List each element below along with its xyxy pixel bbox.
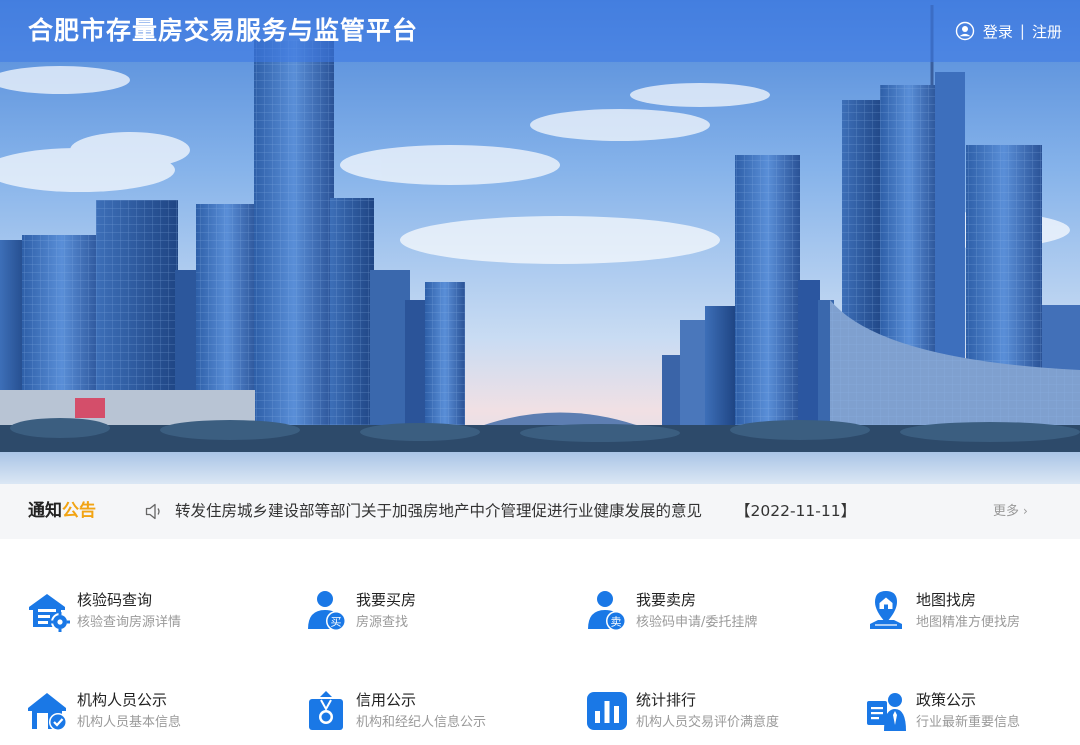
sell-badge: 卖	[611, 616, 622, 629]
speaker-icon	[145, 503, 160, 520]
service-title: 政策公示	[916, 691, 977, 709]
service-credit[interactable]: 信用公示 机构和经纪人信息公示	[306, 685, 566, 741]
notice-bar: 通知公告 转发住房城乡建设部等部门关于加强房地产中介管理促进行业健康发展的意见 …	[0, 484, 1080, 539]
service-verify-code[interactable]: 核验码查询 核验查询房源详情	[27, 585, 287, 641]
auth-separator: |	[1019, 22, 1025, 40]
house-gear-icon	[29, 594, 70, 632]
credit-medal-icon	[309, 691, 343, 730]
service-title: 机构人员公示	[77, 691, 168, 709]
service-desc: 房源查找	[356, 615, 409, 630]
buy-badge: 买	[331, 616, 342, 629]
service-desc: 核验查询房源详情	[77, 615, 182, 630]
service-desc: 机构人员交易评价满意度	[636, 715, 780, 730]
notice-heading: 通知公告	[28, 484, 96, 539]
service-title: 信用公示	[356, 691, 417, 709]
service-agency-staff[interactable]: 机构人员公示 机构人员基本信息	[27, 685, 287, 741]
notice-heading-part1: 通知	[28, 501, 62, 521]
service-stats-ranking[interactable]: 统计排行 机构人员交易评价满意度	[586, 685, 846, 741]
chevron-right-icon: ›	[1023, 504, 1028, 518]
house-check-icon	[28, 693, 67, 731]
header-bar: 合肥市存量房交易服务与监管平台 登录 | 注册	[0, 0, 1080, 62]
more-link[interactable]: 更多 ›	[993, 484, 1028, 539]
service-map-search[interactable]: 地图找房 地图精准方便找房	[866, 585, 1080, 641]
user-icon	[955, 21, 975, 41]
notice-heading-part2: 公告	[62, 501, 96, 521]
service-desc: 地图精准方便找房	[916, 615, 1021, 630]
register-link[interactable]: 注册	[1032, 21, 1062, 42]
service-title: 统计排行	[636, 691, 697, 709]
policy-person-icon	[867, 693, 906, 731]
map-pin-icon	[870, 591, 902, 629]
auth-links: 登录 | 注册	[955, 19, 1062, 43]
more-label: 更多	[993, 504, 1020, 519]
service-grid: 核验码查询 核验查询房源详情 买 我要买房 房源查找 卖 我要卖房 核验码申请/…	[0, 539, 1080, 745]
service-title: 地图找房	[916, 591, 977, 609]
service-desc: 机构和经纪人信息公示	[356, 715, 487, 730]
user-sell-icon: 卖	[588, 591, 626, 631]
bar-chart-icon	[587, 692, 627, 730]
service-policy[interactable]: 政策公示 行业最新重要信息	[866, 685, 1080, 741]
city-skyline-image	[0, 0, 1080, 484]
service-desc: 机构人员基本信息	[77, 715, 182, 730]
service-desc: 行业最新重要信息	[916, 715, 1021, 730]
service-title: 我要卖房	[636, 591, 697, 609]
site-title: 合肥市存量房交易服务与监管平台	[28, 16, 419, 45]
notice-link[interactable]: 转发住房城乡建设部等部门关于加强房地产中介管理促进行业健康发展的意见	[175, 484, 702, 539]
service-buy-house[interactable]: 买 我要买房 房源查找	[306, 585, 566, 641]
login-link[interactable]: 登录	[983, 21, 1013, 42]
service-title: 核验码查询	[77, 591, 153, 609]
service-desc: 核验码申请/委托挂牌	[636, 615, 758, 630]
hero-banner: 合肥市存量房交易服务与监管平台 登录 | 注册	[0, 0, 1080, 484]
notice-date: 【2022-11-11】	[735, 502, 857, 520]
user-buy-icon: 买	[308, 591, 346, 631]
service-title: 我要买房	[356, 591, 417, 609]
service-sell-house[interactable]: 卖 我要卖房 核验码申请/委托挂牌	[586, 585, 846, 641]
